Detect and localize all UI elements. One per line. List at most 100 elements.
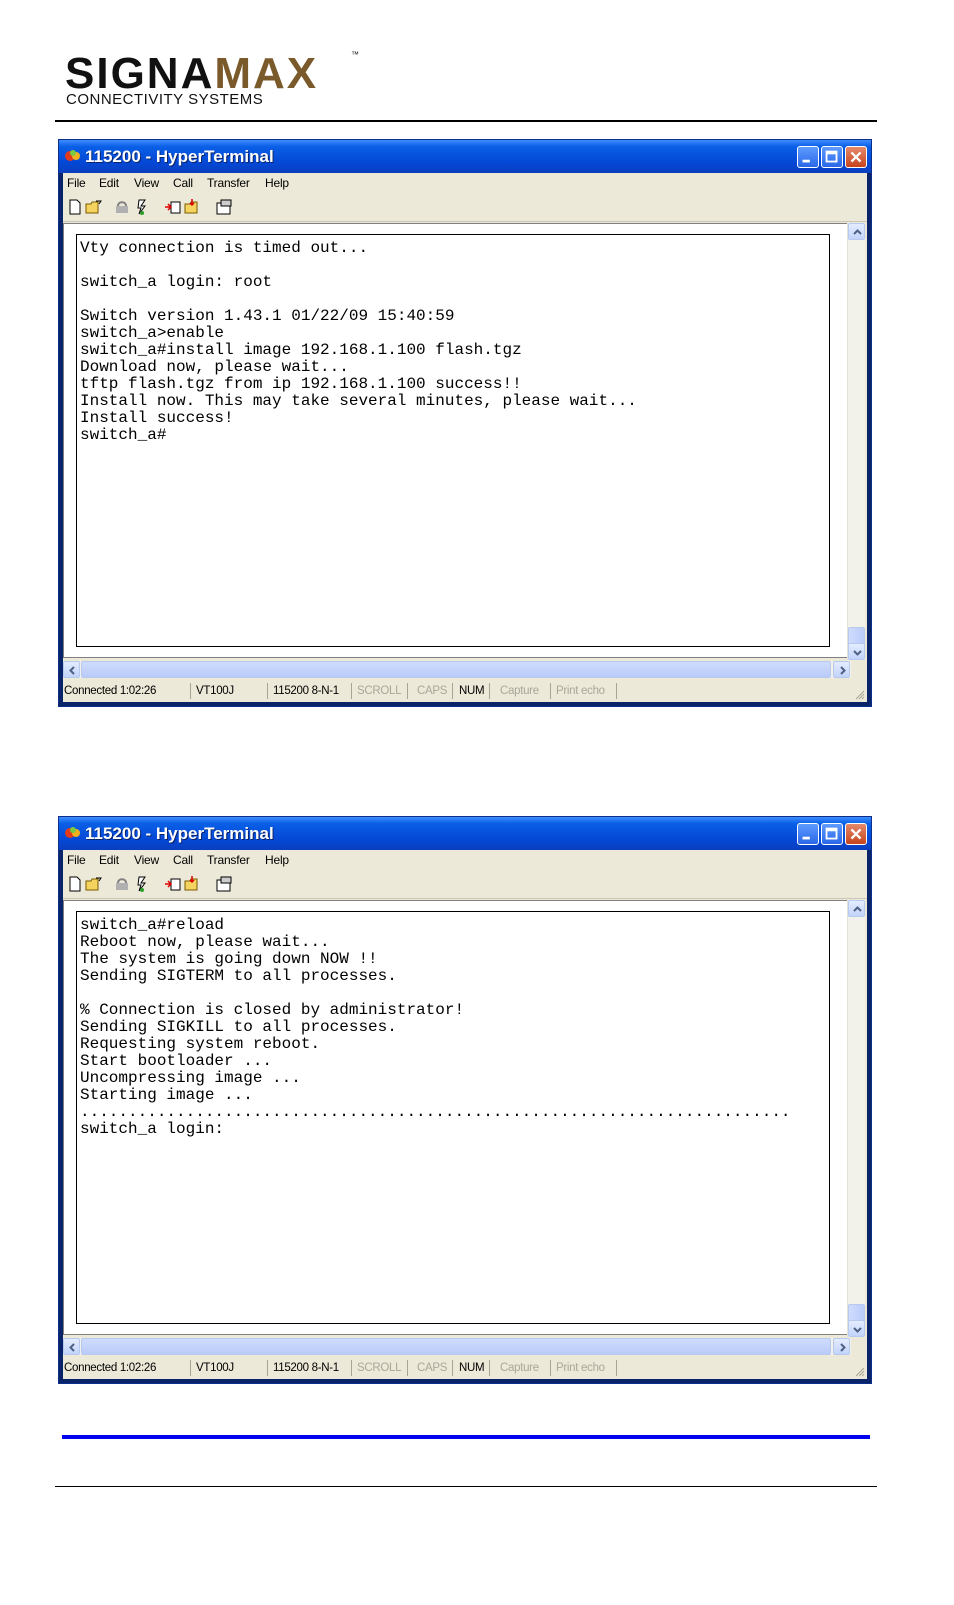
close-icon — [850, 828, 862, 840]
connect-icon[interactable] — [113, 198, 131, 216]
maximize-button[interactable] — [821, 146, 843, 168]
menu-file[interactable]: File — [67, 853, 86, 867]
terminal-frame: Vty connection is timed out... switch_a … — [63, 223, 851, 658]
scroll-down-button[interactable] — [848, 643, 865, 660]
status-scroll: SCROLL — [357, 1360, 408, 1376]
horizontal-scrollbar[interactable] — [63, 1338, 851, 1355]
status-scroll: SCROLL — [357, 683, 408, 699]
new-icon[interactable] — [66, 198, 84, 216]
terminal-output: switch_a#reload Reboot now, please wait.… — [80, 916, 791, 1138]
window-title: 115200 - HyperTerminal — [85, 147, 274, 166]
window-body: File Edit View Call Transfer Help Vty co… — [63, 173, 867, 702]
close-button[interactable] — [845, 823, 867, 845]
menu-view[interactable]: View — [134, 853, 159, 867]
status-capture: Capture — [500, 683, 551, 699]
send-icon[interactable] — [164, 198, 182, 216]
horizontal-scroll-thumb[interactable] — [81, 1338, 831, 1355]
title-bar[interactable]: 115200 - HyperTerminal — [59, 817, 871, 850]
menu-transfer[interactable]: Transfer — [207, 853, 250, 867]
menu-transfer[interactable]: Transfer — [207, 176, 250, 190]
open-icon[interactable] — [85, 198, 103, 216]
close-button[interactable] — [845, 146, 867, 168]
disconnect-icon[interactable] — [133, 198, 151, 216]
scroll-left-button[interactable] — [63, 661, 80, 678]
maximize-icon — [825, 150, 838, 163]
scroll-up-button[interactable] — [848, 900, 865, 917]
scroll-right-button[interactable] — [833, 1338, 850, 1355]
window-body: File Edit View Call Transfer Help switch… — [63, 850, 867, 1379]
status-capture: Capture — [500, 1360, 551, 1376]
status-print-echo: Print echo — [556, 683, 617, 699]
status-print-echo: Print echo — [556, 1360, 617, 1376]
menu-call[interactable]: Call — [173, 853, 193, 867]
minimize-button[interactable] — [797, 823, 819, 845]
status-settings: 115200 8-N-1 — [273, 683, 352, 699]
hyperterminal-app-icon[interactable] — [65, 149, 81, 163]
status-connected: Connected 1:02:26 — [64, 1360, 191, 1376]
terminal-screen[interactable]: switch_a#reload Reboot now, please wait.… — [76, 911, 830, 1324]
logo-trademark: ™ — [351, 50, 359, 59]
menu-bar: File Edit View Call Transfer Help — [63, 850, 867, 872]
chevron-right-icon — [840, 1343, 846, 1352]
terminal-screen[interactable]: Vty connection is timed out... switch_a … — [76, 234, 830, 647]
connect-icon[interactable] — [113, 875, 131, 893]
menu-bar: File Edit View Call Transfer Help — [63, 173, 867, 195]
toolbar — [63, 195, 867, 222]
menu-help[interactable]: Help — [265, 853, 289, 867]
header-rule — [55, 120, 877, 122]
window-title: 115200 - HyperTerminal — [85, 824, 274, 843]
menu-view[interactable]: View — [134, 176, 159, 190]
hyperterminal-app-icon[interactable] — [65, 826, 81, 840]
maximize-icon — [825, 827, 838, 840]
terminal-frame: switch_a#reload Reboot now, please wait.… — [63, 900, 851, 1335]
chevron-left-icon — [69, 666, 75, 675]
chevron-right-icon — [840, 666, 846, 675]
status-connected: Connected 1:02:26 — [64, 683, 191, 699]
maximize-button[interactable] — [821, 823, 843, 845]
open-icon[interactable] — [85, 875, 103, 893]
logo-subtitle: CONNECTIVITY SYSTEMS — [66, 91, 264, 108]
menu-call[interactable]: Call — [173, 176, 193, 190]
status-emulation: VT100J — [196, 1360, 268, 1376]
vertical-scrollbar[interactable] — [847, 223, 865, 660]
chevron-up-icon — [853, 906, 862, 912]
close-icon — [850, 151, 862, 163]
menu-file[interactable]: File — [67, 176, 86, 190]
minimize-button[interactable] — [797, 146, 819, 168]
properties-icon[interactable] — [215, 198, 233, 216]
disconnect-icon[interactable] — [133, 875, 151, 893]
scroll-down-button[interactable] — [848, 1320, 865, 1337]
hyperterminal-window-1[interactable]: 115200 - HyperTerminal File Edit View Ca… — [58, 139, 872, 707]
toolbar — [63, 872, 867, 899]
terminal-output: Vty connection is timed out... switch_a … — [80, 239, 637, 444]
properties-icon[interactable] — [215, 875, 233, 893]
menu-help[interactable]: Help — [265, 176, 289, 190]
minimize-icon — [802, 836, 810, 840]
horizontal-scroll-thumb[interactable] — [81, 661, 831, 678]
status-bar: Connected 1:02:26 VT100J 115200 8-N-1 SC… — [63, 1357, 867, 1379]
send-icon[interactable] — [164, 875, 182, 893]
receive-icon[interactable] — [183, 198, 201, 216]
receive-icon[interactable] — [183, 875, 201, 893]
chevron-left-icon — [69, 1343, 75, 1352]
title-bar[interactable]: 115200 - HyperTerminal — [59, 140, 871, 173]
chevron-up-icon — [853, 229, 862, 235]
status-emulation: VT100J — [196, 683, 268, 699]
scroll-right-button[interactable] — [833, 661, 850, 678]
chevron-down-icon — [853, 1327, 862, 1333]
new-icon[interactable] — [66, 875, 84, 893]
vertical-scrollbar[interactable] — [847, 900, 865, 1337]
chevron-down-icon — [853, 650, 862, 656]
footer-rule — [55, 1486, 877, 1487]
scroll-up-button[interactable] — [848, 223, 865, 240]
resize-grip-icon[interactable] — [853, 688, 865, 700]
menu-edit[interactable]: Edit — [99, 853, 119, 867]
horizontal-scrollbar[interactable] — [63, 661, 851, 678]
hyperterminal-window-2[interactable]: 115200 - HyperTerminal File Edit View Ca… — [58, 816, 872, 1384]
minimize-icon — [802, 159, 810, 163]
menu-edit[interactable]: Edit — [99, 176, 119, 190]
resize-grip-icon[interactable] — [853, 1365, 865, 1377]
status-bar: Connected 1:02:26 VT100J 115200 8-N-1 SC… — [63, 680, 867, 702]
status-caps: CAPS — [417, 683, 453, 699]
scroll-left-button[interactable] — [63, 1338, 80, 1355]
